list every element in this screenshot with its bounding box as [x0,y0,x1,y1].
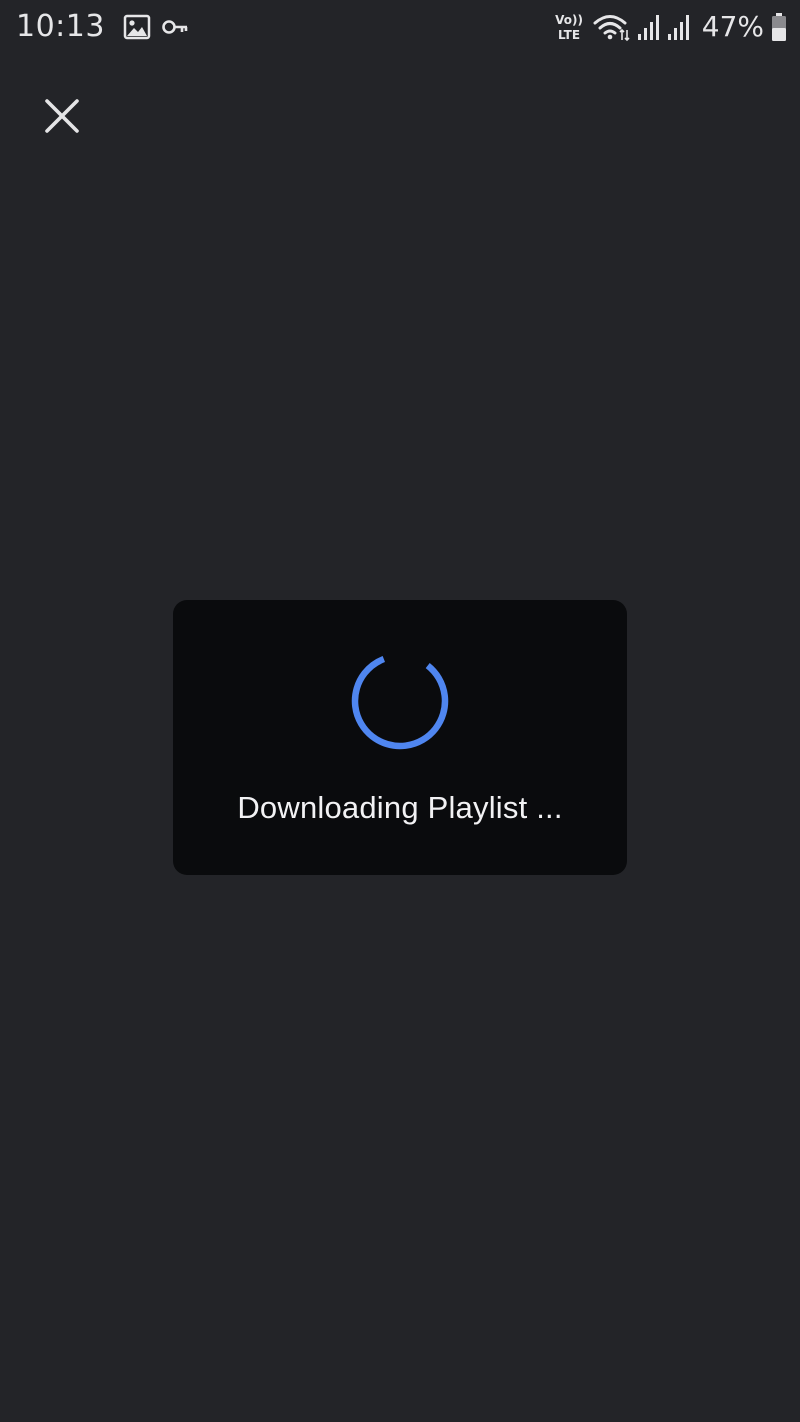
key-icon [161,17,189,37]
battery-icon [770,12,788,42]
status-bar: 10:13 Vo)) LTE 47% [0,0,800,54]
status-time: 10:13 [16,9,105,44]
status-bar-right: Vo)) LTE 47% [554,8,788,46]
volte-icon: Vo)) LTE [554,11,584,43]
gallery-icon [123,14,151,40]
loading-message: Downloading Playlist ... [237,790,563,825]
volte-label-top: Vo)) [555,13,583,27]
signal-icon [636,12,662,42]
signal-icon-secondary [666,12,692,42]
battery-percent: 47% [701,10,764,43]
close-icon[interactable] [44,98,80,134]
wifi-icon [592,12,630,42]
volte-label-bottom: LTE [558,28,580,42]
close-button[interactable] [38,92,86,140]
loading-dialog: Downloading Playlist ... [173,600,627,875]
status-bar-left: 10:13 [16,8,189,46]
spinner-icon [351,652,449,750]
